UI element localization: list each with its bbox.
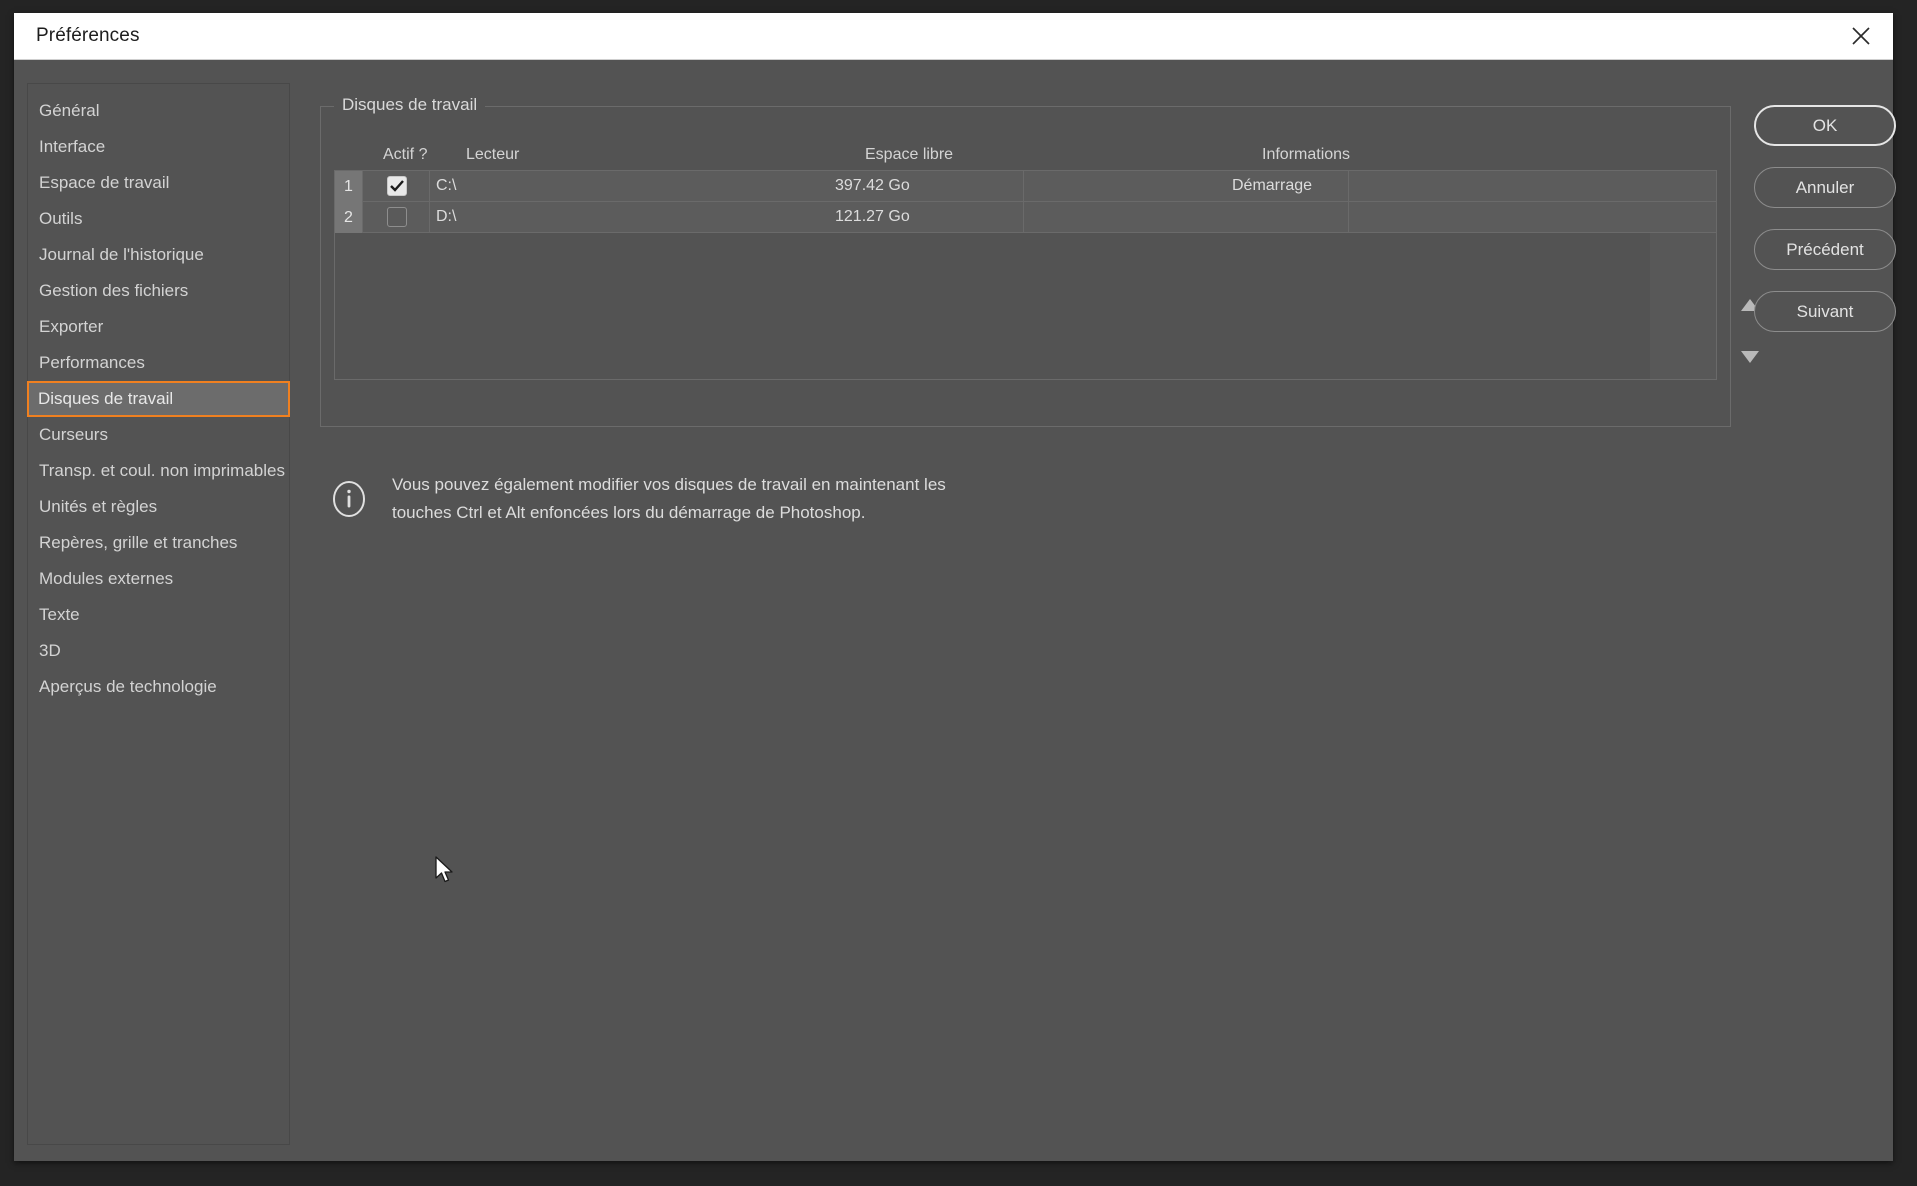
sidebar-item-transparency[interactable]: Transp. et coul. non imprimables — [28, 453, 289, 489]
table-body[interactable]: 1 C:\ 397.42 Go Démarrage 2 D:\ 121.27 G… — [334, 170, 1717, 380]
sidebar-item-label: Général — [39, 101, 100, 120]
sidebar-item-label: Outils — [39, 209, 83, 228]
sidebar-item-label: Repères, grille et tranches — [39, 533, 238, 552]
sidebar-item-tools[interactable]: Outils — [28, 201, 289, 237]
sidebar-item-label: Interface — [39, 137, 106, 156]
group-title: Disques de travail — [334, 95, 486, 115]
title-bar: Préférences — [14, 13, 1893, 60]
checkbox-unchecked-icon — [386, 207, 407, 227]
sidebar-item-label: Texte — [39, 605, 80, 624]
sidebar-item-general[interactable]: Général — [28, 93, 289, 129]
preferences-category-list: Général Interface Espace de travail Outi… — [27, 83, 290, 1145]
sidebar-item-type[interactable]: Texte — [28, 597, 289, 633]
column-header-active: Actif ? — [383, 146, 428, 163]
sidebar-item-plugins[interactable]: Modules externes — [28, 561, 289, 597]
sidebar-item-cursors[interactable]: Curseurs — [28, 417, 289, 453]
sidebar-item-guides-grid[interactable]: Repères, grille et tranches — [28, 525, 289, 561]
sidebar-item-history-log[interactable]: Journal de l'historique — [28, 237, 289, 273]
sidebar-item-performance[interactable]: Performances — [28, 345, 289, 381]
sidebar-item-label: Espace de travail — [39, 173, 170, 192]
sidebar-item-label: Unités et règles — [39, 497, 158, 516]
table-row[interactable]: 2 D:\ 121.27 Go — [335, 202, 1716, 233]
drive-info: Démarrage — [1232, 177, 1313, 194]
sidebar-item-label: Modules externes — [39, 569, 174, 588]
active-checkbox[interactable] — [364, 202, 430, 232]
sidebar-item-label: Curseurs — [39, 425, 108, 444]
sidebar-item-units-rulers[interactable]: Unités et règles — [28, 489, 289, 525]
sidebar-item-label: 3D — [39, 641, 61, 660]
drive-letter: D:\ — [436, 208, 457, 225]
sidebar-item-label: Journal de l'historique — [39, 245, 204, 264]
sidebar-item-label: Exporter — [39, 317, 104, 336]
sidebar-item-label: Aperçus de technologie — [39, 677, 217, 696]
sidebar-item-label: Performances — [39, 353, 145, 372]
cancel-button[interactable]: Annuler — [1754, 167, 1896, 208]
dialog-buttons: OK Annuler Précédent Suivant — [1754, 105, 1896, 353]
table-empty-area — [335, 233, 1650, 379]
column-header-info: Informations — [1262, 146, 1351, 163]
cell-divider — [1348, 202, 1349, 233]
page-title: Préférences — [36, 25, 140, 46]
hint-text: Vous pouvez également modifier vos disqu… — [392, 475, 946, 522]
sidebar-item-export[interactable]: Exporter — [28, 309, 289, 345]
cell-divider — [1023, 202, 1024, 233]
sidebar-item-tech-previews[interactable]: Aperçus de technologie — [28, 669, 289, 705]
scratch-disks-table: Actif ? Lecteur Espace libre Information… — [334, 140, 1717, 410]
previous-button[interactable]: Précédent — [1754, 229, 1896, 270]
column-header-free: Espace libre — [865, 146, 954, 163]
free-space: 121.27 Go — [835, 208, 910, 225]
sidebar-item-workspace[interactable]: Espace de travail — [28, 165, 289, 201]
scratch-disks-group: Disques de travail Actif ? Lecteur Espac… — [320, 95, 1759, 427]
table-row[interactable]: 1 C:\ 397.42 Go Démarrage — [335, 171, 1716, 202]
sidebar-item-interface[interactable]: Interface — [28, 129, 289, 165]
ok-button[interactable]: OK — [1754, 105, 1896, 146]
free-space: 397.42 Go — [835, 177, 910, 194]
drive-letter: C:\ — [436, 177, 457, 194]
column-header-drive: Lecteur — [466, 146, 520, 163]
sidebar-item-scratch-disks[interactable]: Disques de travail — [27, 381, 290, 417]
active-checkbox[interactable] — [364, 171, 430, 201]
dialog-body: Général Interface Espace de travail Outi… — [14, 60, 1896, 1161]
close-icon[interactable] — [1833, 13, 1889, 59]
sidebar-item-3d[interactable]: 3D — [28, 633, 289, 669]
scratch-disks-hint: Vous pouvez également modifier vos disqu… — [320, 468, 1320, 527]
row-number: 2 — [335, 202, 363, 233]
next-button[interactable]: Suivant — [1754, 291, 1896, 332]
checkbox-checked-icon — [386, 176, 407, 196]
cell-divider — [1023, 171, 1024, 202]
sidebar-item-file-handling[interactable]: Gestion des fichiers — [28, 273, 289, 309]
sidebar-item-label: Disques de travail — [38, 389, 174, 408]
table-header-row: Actif ? Lecteur Espace libre Information… — [334, 140, 1717, 170]
cell-divider — [1348, 171, 1349, 202]
sidebar-item-label: Transp. et coul. non imprimables — [39, 461, 285, 480]
preferences-dialog: Préférences Général Interface Espace de … — [14, 13, 1896, 1161]
row-number: 1 — [335, 171, 363, 202]
sidebar-item-label: Gestion des fichiers — [39, 281, 189, 300]
info-icon — [330, 480, 368, 523]
